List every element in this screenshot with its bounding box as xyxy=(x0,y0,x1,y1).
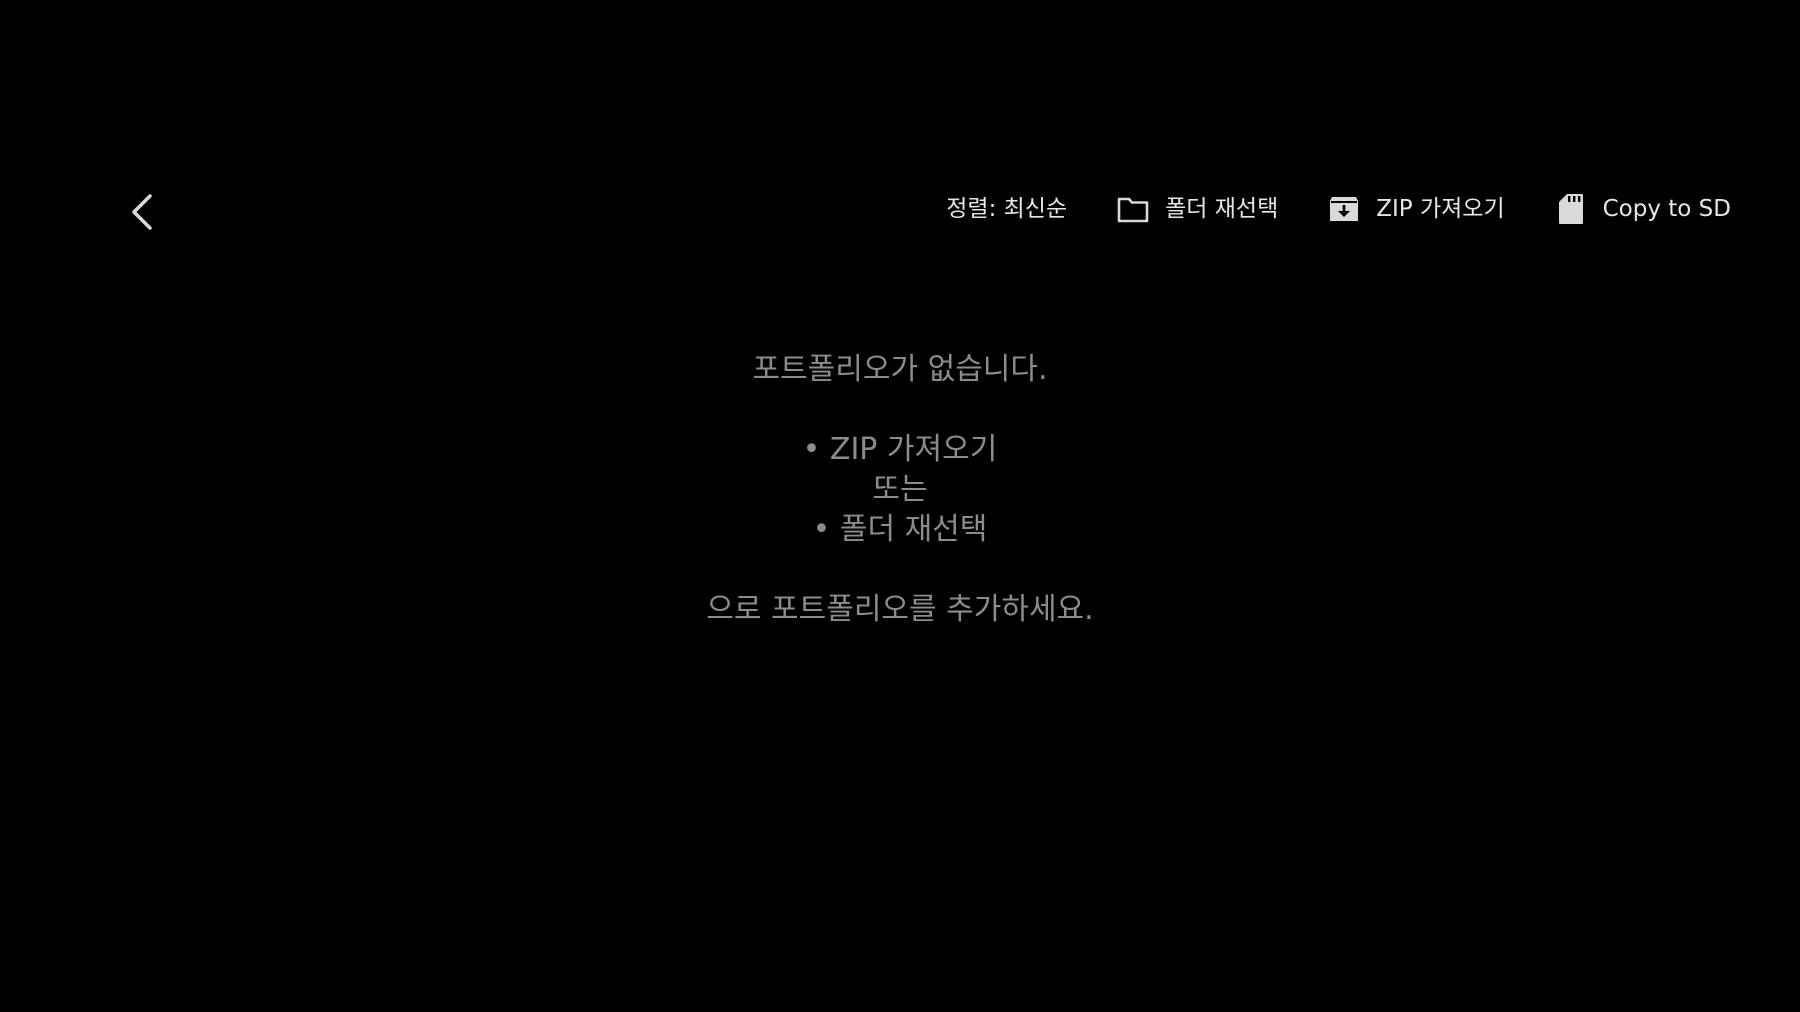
reselect-folder-button[interactable]: 폴더 재선택 xyxy=(1117,193,1278,225)
archive-download-icon xyxy=(1328,193,1360,225)
import-zip-label: ZIP 가져오기 xyxy=(1376,195,1505,222)
import-zip-button[interactable]: ZIP 가져오기 xyxy=(1328,193,1505,225)
empty-state-instruction: 으로 포트폴리오를 추가하세요. xyxy=(706,592,1094,627)
sort-label: 정렬: 최신순 xyxy=(946,195,1068,222)
sort-button[interactable]: 정렬: 최신순 xyxy=(946,195,1068,222)
copy-to-sd-label: Copy to SD xyxy=(1602,195,1731,222)
empty-state-option-folder: • 폴더 재선택 xyxy=(812,512,988,547)
back-button[interactable] xyxy=(118,182,166,242)
empty-state-spacer xyxy=(0,390,1800,430)
chevron-left-icon xyxy=(132,194,152,230)
empty-state-or: 또는 xyxy=(872,472,928,507)
folder-icon xyxy=(1117,193,1149,225)
empty-state-option-zip: • ZIP 가져오기 xyxy=(802,432,998,467)
reselect-folder-label: 폴더 재선택 xyxy=(1165,195,1279,222)
portfolio-screen: 정렬: 최신순 폴더 재선택 ZIP 가져오기 Copy to SD 포트폴리오… xyxy=(0,0,1800,1012)
empty-state-message: 포트폴리오가 없습니다. • ZIP 가져오기 또는 • 폴더 재선택 으로 포… xyxy=(0,350,1800,630)
toolbar: 정렬: 최신순 폴더 재선택 ZIP 가져오기 Copy to SD xyxy=(946,186,1731,232)
empty-state-spacer xyxy=(0,550,1800,590)
copy-to-sd-button[interactable]: Copy to SD xyxy=(1555,193,1731,225)
empty-state-title: 포트폴리오가 없습니다. xyxy=(752,352,1048,387)
sd-card-icon xyxy=(1555,193,1587,225)
